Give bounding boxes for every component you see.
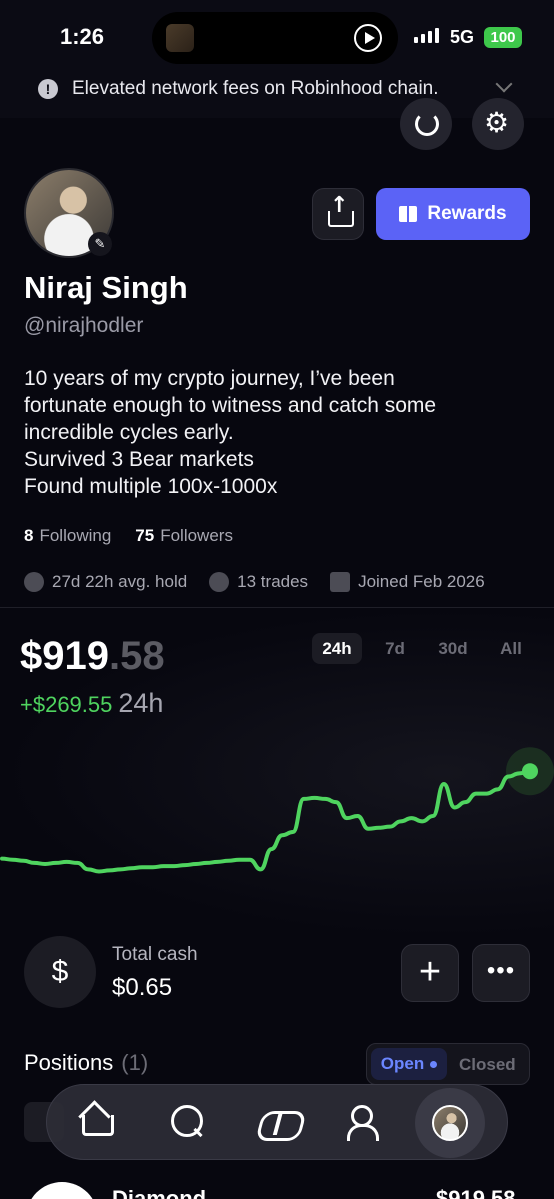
range-all[interactable]: All xyxy=(486,633,536,664)
chevron-down-icon[interactable] xyxy=(495,75,513,93)
tab-open[interactable]: Open xyxy=(371,1048,447,1080)
signal-icon xyxy=(414,28,439,43)
more-icon[interactable]: ••• xyxy=(472,944,530,1002)
history-icon[interactable] xyxy=(400,98,452,150)
tab-closed[interactable]: Closed xyxy=(459,1055,516,1075)
network-notice[interactable]: ! Elevated network fees on Robinhood cha… xyxy=(0,64,554,118)
bio-line: fortunate enough to witness and catch so… xyxy=(24,394,437,417)
change-period: 24h xyxy=(118,688,164,718)
trades-stat: 13 trades xyxy=(209,572,308,592)
change-amount: +$269.55 xyxy=(20,692,113,717)
position-row[interactable]: Diamond $919.58 xyxy=(0,1102,554,1199)
trade-icon[interactable] xyxy=(247,1093,309,1153)
portfolio-chart[interactable] xyxy=(0,730,554,930)
rewards-button[interactable]: Rewards xyxy=(376,188,530,240)
plus-icon[interactable]: + xyxy=(401,944,459,1002)
value-decimal: .58 xyxy=(108,634,165,678)
positions-count: (1) xyxy=(121,1050,149,1075)
value-whole: $919 xyxy=(20,634,109,678)
share-icon[interactable] xyxy=(312,188,364,240)
tab-bar xyxy=(46,1084,508,1160)
range-24h[interactable]: 24h xyxy=(312,633,362,664)
joined-stat: Joined Feb 2026 xyxy=(330,572,485,592)
profile-tab[interactable] xyxy=(415,1088,485,1158)
edit-icon[interactable]: ✎ xyxy=(88,232,112,256)
avg-hold-stat: 27d 22h avg. hold xyxy=(24,572,187,592)
positions-title: Positions (1) xyxy=(24,1050,148,1076)
social-icon[interactable] xyxy=(337,1093,399,1153)
trades-text: 13 trades xyxy=(237,572,309,591)
swap-icon xyxy=(209,572,230,592)
notice-text: Elevated network fees on Robinhood chain… xyxy=(72,78,439,99)
avg-hold-text: 27d 22h avg. hold xyxy=(52,572,188,591)
bio-line: incredible cycles early. xyxy=(24,421,234,444)
token-name: Diamond xyxy=(112,1186,207,1199)
info-icon: ! xyxy=(38,79,58,99)
avatar xyxy=(432,1105,468,1141)
profile-bio: 10 years of my crypto journey, I’ve been… xyxy=(24,365,534,500)
gear-icon[interactable] xyxy=(472,98,524,150)
following-link[interactable]: 8 Following xyxy=(24,526,111,546)
media-thumbnail xyxy=(166,24,194,52)
trader-stats: 27d 22h avg. hold 13 trades Joined Feb 2… xyxy=(24,572,485,592)
followers-link[interactable]: 75 Followers xyxy=(135,526,233,546)
dynamic-island[interactable] xyxy=(152,12,398,64)
cash-value: $0.65 xyxy=(112,974,173,1001)
play-icon[interactable] xyxy=(354,24,382,52)
bio-line: Survived 3 Bear markets xyxy=(24,448,254,471)
search-icon[interactable] xyxy=(155,1093,217,1153)
open-label: Open xyxy=(380,1054,425,1073)
followers-count: 75 xyxy=(135,526,155,545)
portfolio-value: $919.58 xyxy=(20,634,165,679)
portfolio-change: +$269.55 24h xyxy=(20,688,163,719)
gift-icon xyxy=(399,206,418,222)
range-30d[interactable]: 30d xyxy=(428,633,478,664)
status-time: 1:26 xyxy=(60,24,105,49)
range-selector: 24h 7d 30d All xyxy=(312,633,536,664)
cash-label: Total cash xyxy=(112,944,198,965)
rewards-label: Rewards xyxy=(427,203,507,224)
positions-label: Positions xyxy=(24,1050,114,1075)
network-label: 5G xyxy=(450,27,475,47)
range-7d[interactable]: 7d xyxy=(370,633,420,664)
home-icon[interactable] xyxy=(65,1093,127,1153)
cash-icon: $ xyxy=(24,936,96,1008)
series-line xyxy=(0,769,532,874)
bio-line: Found multiple 100x-1000x xyxy=(24,475,278,498)
latest-point xyxy=(522,763,538,780)
joined-text: Joined Feb 2026 xyxy=(358,572,485,591)
token-value: $919.58 xyxy=(436,1186,516,1199)
following-count: 8 xyxy=(24,526,34,545)
followers-label: Followers xyxy=(160,526,233,545)
following-label: Following xyxy=(39,526,112,545)
token-icon xyxy=(26,1182,98,1199)
positions-toggle: Open Closed xyxy=(366,1043,530,1085)
battery-icon: 100 xyxy=(484,27,522,48)
calendar-icon xyxy=(330,572,351,592)
bio-line: 10 years of my crypto journey, I’ve been xyxy=(24,367,395,390)
clock-icon xyxy=(24,572,44,592)
profile-name: Niraj Singh xyxy=(24,270,188,305)
follow-stats: 8 Following 75 Followers xyxy=(24,526,233,546)
profile-handle: @nirajhodler xyxy=(24,314,144,337)
